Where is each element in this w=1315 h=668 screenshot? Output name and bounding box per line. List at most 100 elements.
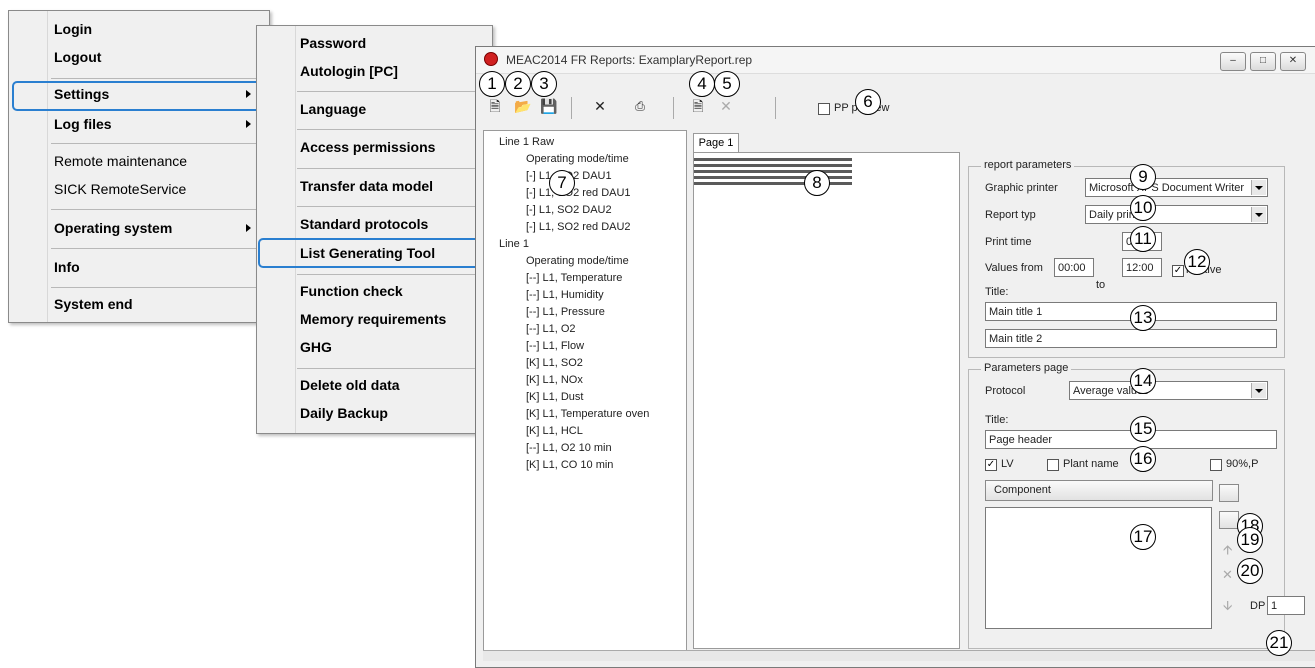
menu-item-log-files[interactable]: Log files [54,116,112,132]
menu-item-logout[interactable]: Logout [54,49,101,65]
submenu-item-language[interactable]: Language [300,101,366,117]
toolbar-separator [571,97,572,119]
list-generating-tool-highlight [258,238,492,268]
tree-item[interactable]: [--] L1, Pressure [526,306,605,318]
tree-item[interactable]: [--] L1, Temperature [526,272,622,284]
tree-item[interactable]: [-] L1, SO2 red DAU2 [526,221,631,233]
tree-item[interactable]: Operating mode/time [526,255,629,267]
minimize-button[interactable]: – [1220,52,1246,71]
save-icon[interactable]: 💾 [540,97,558,115]
plant-name-checkbox[interactable] [1047,459,1059,471]
tree-item[interactable]: [K] L1, HCL [526,425,583,437]
new-icon[interactable]: 🗎 [486,97,504,115]
menu-separator [297,206,488,207]
move-down-icon[interactable]: 🡫 [1223,597,1232,619]
chevron-down-icon[interactable] [1251,207,1266,222]
tree-item[interactable]: [K] L1, Dust [526,391,583,403]
tree-item[interactable]: [-] L1, SO2 DAU2 [526,204,612,216]
callout-number: 17 [1130,524,1156,550]
page-canvas[interactable] [693,152,960,649]
callout-number: 5 [714,71,740,97]
menu-item-info[interactable]: Info [54,259,80,275]
callout-number: 2 [505,71,531,97]
move-up-icon[interactable]: 🡩 [1223,541,1232,563]
values-from-input[interactable]: 00:00 [1054,258,1094,277]
callout-number: 6 [855,89,881,115]
menu-separator [297,274,488,275]
print-icon[interactable]: ⎙ [631,97,649,115]
title-bar: MEAC2014 FR Reports: ExamplaryReport.rep… [476,47,1315,74]
to-label: to [1096,279,1106,291]
callout-number: 1 [479,71,505,97]
report-type-label: Report typ [985,209,1036,221]
close-button[interactable]: ✕ [1280,52,1306,71]
submenu-item-password[interactable]: Password [300,35,366,51]
lv-checkbox[interactable]: ✓ [985,459,997,471]
toolbar-separator [673,97,674,119]
tab-page-1[interactable]: Page 1 [693,133,739,153]
submenu-item-transfer-data-model[interactable]: Transfer data model [300,178,433,194]
menu-separator [51,248,261,249]
menu-item-login[interactable]: Login [54,21,92,37]
callout-number: 8 [804,170,830,196]
tree-item[interactable]: [--] L1, O2 [526,323,576,335]
submenu-item-memory-requirements[interactable]: Memory requirements [300,311,446,327]
open-icon[interactable]: 📂 [514,97,532,115]
tree-item[interactable]: [K] L1, SO2 [526,357,583,369]
menu-item-remote-maintenance[interactable]: Remote maintenance [54,153,187,169]
landscape-button[interactable] [1219,511,1239,529]
pp-preview-checkbox[interactable] [818,103,830,115]
submenu-item-ghg[interactable]: GHG [300,339,332,355]
delete-page-icon[interactable]: ✕ [717,97,735,115]
submenu-item-delete-old-data[interactable]: Delete old data [300,377,400,393]
component-list[interactable] [985,507,1212,629]
dp-input[interactable]: 1 [1267,596,1305,615]
tree-node-line1[interactable]: Line 1 [499,238,529,250]
submenu-item-function-check[interactable]: Function check [300,283,403,299]
submenu-item-autologin[interactable]: Autologin [PC] [300,63,398,79]
submenu-item-daily-backup[interactable]: Daily Backup [300,405,388,421]
tree-item[interactable]: [K] L1, Temperature oven [526,408,649,420]
toolbar-separator [775,97,776,119]
submenu-item-access-permissions[interactable]: Access permissions [300,139,435,155]
callout-number: 9 [1130,164,1156,190]
tree-item[interactable]: Operating mode/time [526,153,629,165]
component-header-button[interactable]: Component [985,480,1213,501]
delete-icon[interactable]: ✕ [591,97,609,115]
tree-item[interactable]: [--] L1, Humidity [526,289,604,301]
tree-node-line1-raw[interactable]: Line 1 Raw [499,136,554,148]
tree-item[interactable]: [K] L1, CO 10 min [526,459,613,471]
callout-number: 19 [1237,527,1263,553]
tree-item[interactable]: [K] L1, NOx [526,374,583,386]
protocol-label: Protocol [985,385,1026,397]
window-title: MEAC2014 FR Reports: ExamplaryReport.rep [506,53,753,67]
submenu-icon-strip [257,26,296,433]
report-line-bar[interactable] [694,158,852,162]
protocol-select[interactable]: Average values [1069,381,1268,400]
p90-label: 90%,P [1226,458,1259,470]
menu-item-system-end[interactable]: System end [54,296,133,312]
submenu-item-standard-protocols[interactable]: Standard protocols [300,216,428,232]
menu-item-sick-remoteservice[interactable]: SICK RemoteService [54,181,186,197]
portrait-button[interactable] [1219,484,1239,502]
maximize-button[interactable]: □ [1250,52,1276,71]
chevron-down-icon[interactable] [1251,383,1266,398]
remove-icon[interactable]: ✕ [1222,567,1233,583]
tree-item[interactable]: [-] L1, SO2 red DAU1 [526,187,631,199]
chevron-down-icon[interactable] [1251,180,1266,195]
tree-item[interactable]: [--] L1, Flow [526,340,584,352]
tree-item[interactable]: [--] L1, O2 10 min [526,442,612,454]
report-line-bar[interactable] [694,164,852,168]
values-to-input[interactable]: 12:00 [1122,258,1162,277]
report-line-bar[interactable] [694,170,852,174]
relative-checkbox[interactable]: ✓ [1172,265,1184,277]
report-type-select[interactable]: Daily print [1085,205,1268,224]
p90-checkbox[interactable] [1210,459,1222,471]
main-title-2-input[interactable]: Main title 2 [985,329,1277,348]
callout-number: 20 [1237,558,1263,584]
submenu-arrow-icon [246,224,251,232]
settings-highlight [12,81,264,111]
new-page-icon[interactable]: 🗎 [689,97,707,115]
graphic-printer-select[interactable]: Microsoft XPS Document Writer [1085,178,1268,197]
menu-item-operating-system[interactable]: Operating system [54,220,172,236]
